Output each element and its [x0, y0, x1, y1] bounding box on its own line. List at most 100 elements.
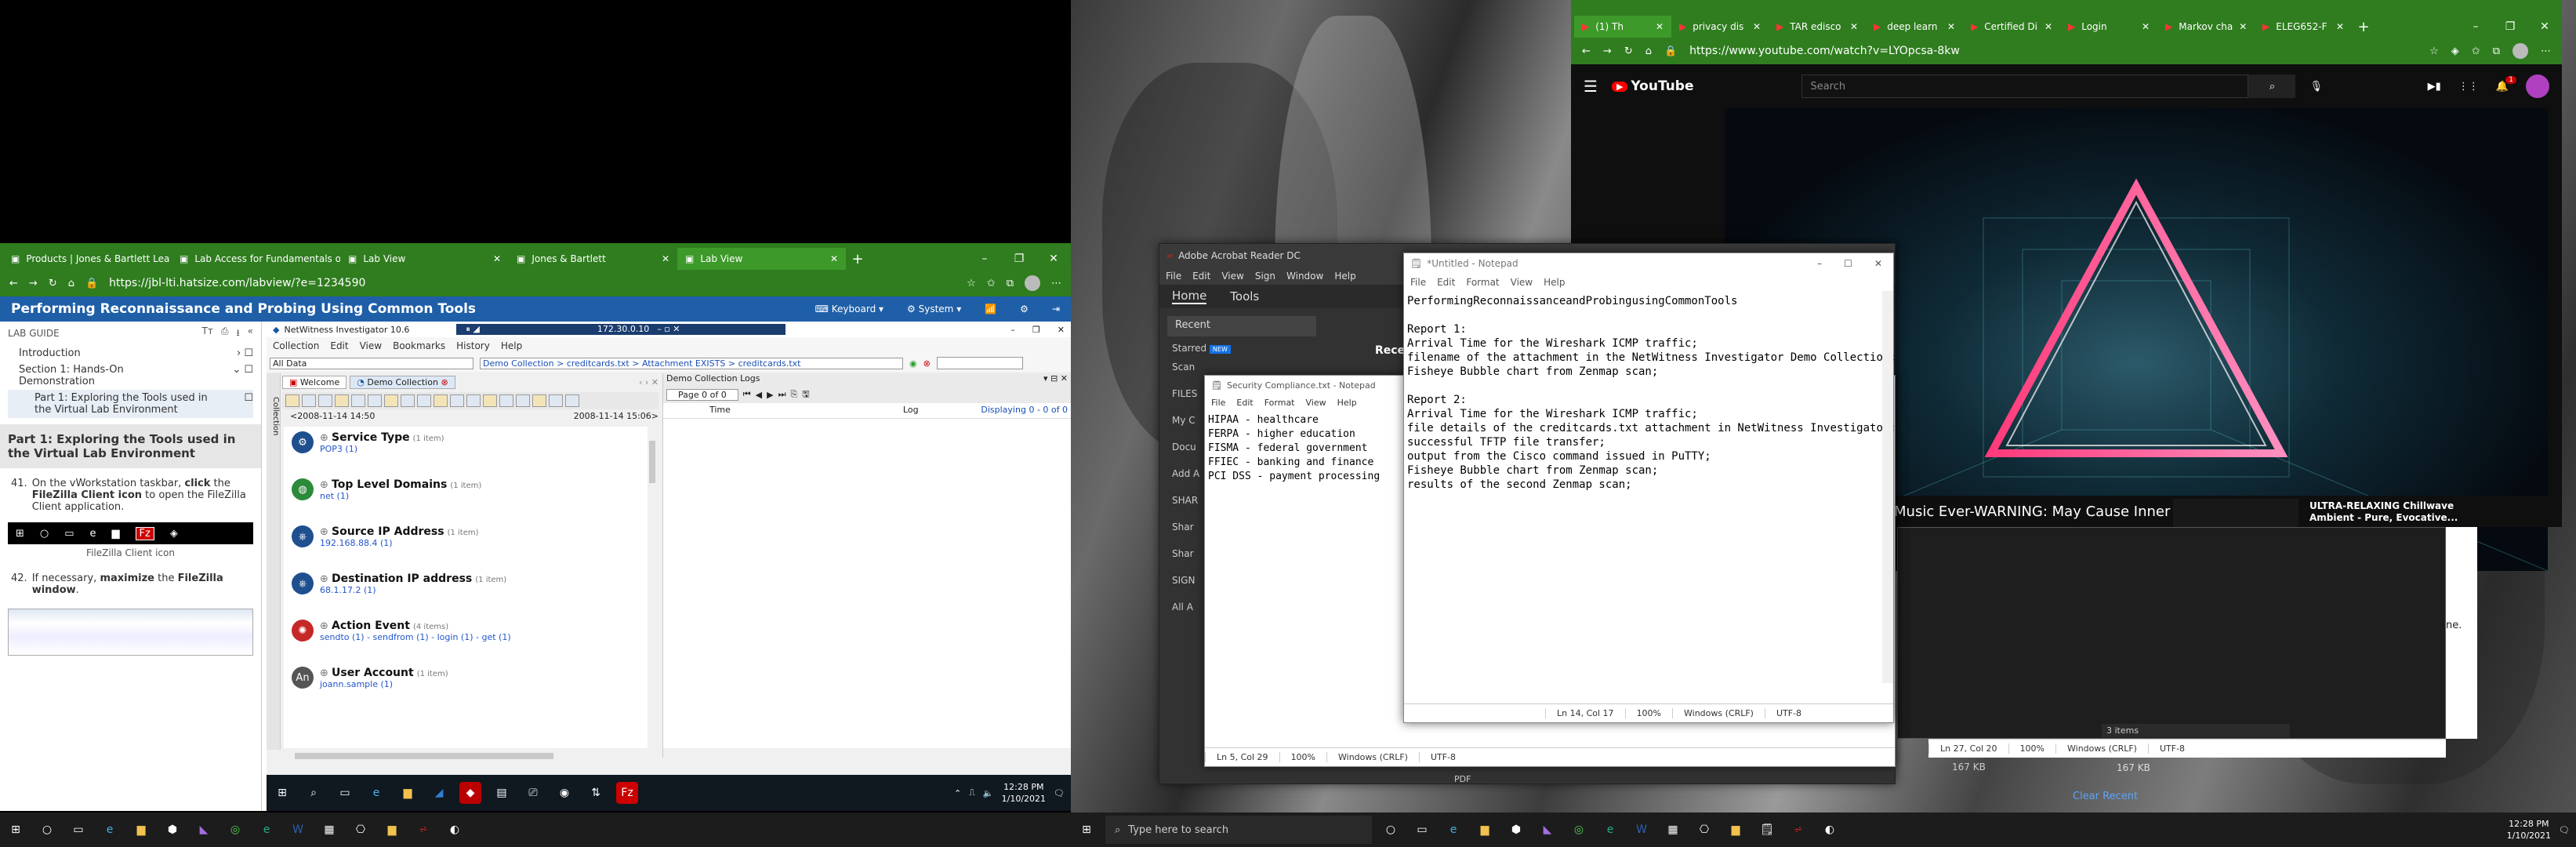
- folder-icon[interactable]: ▆: [1725, 819, 1747, 841]
- tab-close-icon[interactable]: ✕: [493, 253, 501, 264]
- menu-item[interactable]: File: [1410, 277, 1426, 288]
- toolbar-button[interactable]: [549, 394, 563, 407]
- visual-studio-icon[interactable]: ◣: [193, 819, 215, 841]
- favorite-star-icon[interactable]: ☆: [967, 278, 976, 289]
- tab-close-icon[interactable]: ✕: [2142, 21, 2150, 32]
- tab-close-icon[interactable]: ✕: [830, 253, 838, 264]
- text-size-icon[interactable]: Tт: [202, 325, 213, 342]
- toolbar-button[interactable]: [499, 394, 513, 407]
- menu-item[interactable]: Window: [1286, 271, 1323, 282]
- browser-tab[interactable]: ▣ Jones & Bartlett ✕: [509, 248, 677, 270]
- meta-key[interactable]: ⎈ ⊕ Destination IP address (1 item) 68.1.17…: [284, 568, 648, 615]
- close-button[interactable]: ✕: [1874, 258, 1882, 269]
- nav-next-icon[interactable]: ▶: [767, 390, 773, 400]
- more-icon[interactable]: ⋯: [2541, 45, 2551, 57]
- browser-tab[interactable]: ▣ Lab View ✕: [340, 248, 509, 270]
- breadcrumb-item[interactable]: Attachment EXISTS: [642, 358, 725, 369]
- profile-avatar[interactable]: [2513, 43, 2528, 59]
- favorites-icon[interactable]: ✩: [987, 278, 996, 289]
- close-button[interactable]: ✕: [2527, 20, 2562, 33]
- back-icon[interactable]: ←: [9, 278, 18, 289]
- nav-section1[interactable]: Section 1: Hands-On Demonstration ⌄ ☐: [8, 362, 253, 390]
- create-video-icon[interactable]: ▶▮: [2428, 81, 2441, 93]
- collection-side-tab[interactable]: Collection: [267, 373, 281, 750]
- browser-tab[interactable]: ▶ ELEG652-F ✕: [2255, 16, 2352, 38]
- collections-icon[interactable]: ⧉: [1007, 278, 1014, 289]
- app-icon[interactable]: ⬢: [1505, 819, 1527, 841]
- restore-button[interactable]: ❐: [1002, 253, 1036, 265]
- meta-key[interactable]: ⎈ ⊕ Source IP Address (1 item) 192.168.88.4…: [284, 521, 648, 568]
- start-icon[interactable]: ⊞: [271, 782, 293, 804]
- menu-item[interactable]: Bookmarks: [393, 340, 445, 351]
- toolbar-button[interactable]: [384, 394, 398, 407]
- zenmap-icon[interactable]: ◉: [553, 782, 575, 804]
- menu-item[interactable]: View: [1221, 271, 1243, 282]
- store-icon[interactable]: ▦: [318, 819, 340, 841]
- settings-gear-icon[interactable]: ⚙: [1020, 304, 1029, 314]
- home-tab[interactable]: Home: [1172, 289, 1207, 304]
- youtube-logo[interactable]: ▶ YouTube: [1611, 78, 1693, 94]
- store-icon[interactable]: ▦: [1662, 819, 1684, 841]
- toolbar-button[interactable]: [401, 394, 415, 407]
- toolbar-button[interactable]: [335, 394, 349, 407]
- nav-first-icon[interactable]: ⏮: [743, 389, 751, 400]
- app-icon[interactable]: ⎔: [350, 819, 372, 841]
- netwitness-taskbar-icon[interactable]: ◆: [459, 782, 481, 804]
- new-tab-button[interactable]: +: [2352, 16, 2375, 38]
- toolbar-button[interactable]: [302, 394, 316, 407]
- video-title[interactable]: Music Ever-WARNING: May Cause Inner: [1894, 503, 2170, 520]
- untitled-vscroll[interactable]: [1882, 291, 1893, 683]
- search-field[interactable]: [936, 357, 1023, 369]
- toolbar-button[interactable]: [351, 394, 365, 407]
- apps-grid-icon[interactable]: ⋮⋮: [2458, 81, 2479, 93]
- task-view-icon[interactable]: ▭: [67, 819, 89, 841]
- menu-item[interactable]: File: [1211, 398, 1225, 408]
- tab-close-icon[interactable]: ✕: [662, 253, 669, 264]
- toolbar-button[interactable]: [318, 394, 332, 407]
- new-tab-button[interactable]: +: [846, 248, 869, 270]
- microphone-icon[interactable]: 🎙: [2309, 81, 2323, 93]
- menu-item[interactable]: View: [1511, 277, 1533, 288]
- close-button[interactable]: ✕: [1036, 253, 1071, 265]
- browser-tab[interactable]: ▶ deep learn ✕: [1866, 16, 1963, 38]
- meta-values[interactable]: sendto (1) - sendfrom (1) - login (1) - …: [320, 632, 511, 642]
- meta-key[interactable]: ⚙ ⊕ Service Type (1 item) POP3 (1): [284, 427, 648, 474]
- toolbar-button[interactable]: [285, 394, 299, 407]
- home-icon[interactable]: ⌂: [68, 278, 74, 289]
- youtube-search-input[interactable]: Search: [1801, 75, 2249, 98]
- nw-close-button[interactable]: ✕: [1058, 325, 1065, 335]
- browser-tab[interactable]: ▶ Markov cha ✕: [2157, 16, 2255, 38]
- save-icon[interactable]: 🖫: [802, 387, 809, 402]
- menu-item[interactable]: Edit: [1236, 398, 1253, 408]
- favorites-icon[interactable]: ✩: [2472, 45, 2480, 57]
- tab-close-icon[interactable]: ✕: [1850, 21, 1858, 32]
- meta-key[interactable]: ◍ ⊕ Top Level Domains (1 item) net (1): [284, 474, 648, 521]
- browser-tab[interactable]: ▣Products | Jones & Bartlett Lea✕: [3, 248, 172, 270]
- edge-dev-icon[interactable]: e: [1599, 819, 1621, 841]
- apply-filter-icon[interactable]: ◉: [909, 358, 917, 369]
- more-icon[interactable]: ⋯: [1051, 278, 1061, 289]
- account-avatar[interactable]: [2526, 75, 2549, 98]
- task-view-icon[interactable]: ▭: [1411, 819, 1433, 841]
- search-icon[interactable]: ○: [36, 819, 58, 841]
- menu-item[interactable]: Help: [1334, 271, 1355, 282]
- expand-icon[interactable]: ⊕: [320, 479, 332, 491]
- network-icon[interactable]: ⎍: [969, 787, 975, 798]
- restore-button[interactable]: ❐: [2493, 20, 2527, 33]
- col-time[interactable]: Time: [709, 405, 731, 416]
- back-icon[interactable]: ←: [1582, 45, 1591, 57]
- minimize-button[interactable]: –: [967, 253, 1002, 265]
- toolbar-button[interactable]: [450, 394, 464, 407]
- exit-icon[interactable]: ⇥: [1052, 304, 1060, 314]
- toolbar-button[interactable]: [516, 394, 530, 407]
- minimize-button[interactable]: –: [1817, 258, 1822, 269]
- vm-clock[interactable]: 12:28 PM 1/10/2021: [1002, 781, 1046, 805]
- clear-recent-link[interactable]: Clear Recent: [2073, 791, 2138, 802]
- app-icon[interactable]: ⎔: [1693, 819, 1715, 841]
- meta-key[interactable]: An ⊕ User Account (1 item) joann.sample (1): [284, 662, 648, 709]
- menu-item[interactable]: View: [1306, 398, 1326, 408]
- browser-tab[interactable]: ▣ Lab View ✕: [677, 248, 846, 270]
- tab-close-icon[interactable]: ✕: [2336, 21, 2344, 32]
- tab-welcome[interactable]: ▣ Welcome: [282, 375, 347, 389]
- system-menu[interactable]: ⚙ System ▾: [907, 304, 961, 314]
